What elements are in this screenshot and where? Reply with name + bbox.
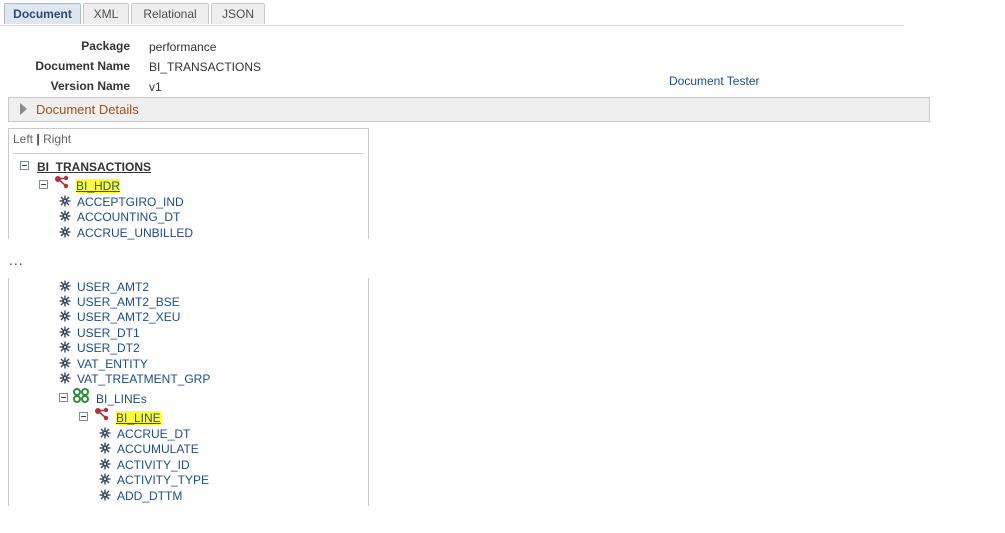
tree-field-item[interactable]: USER_DT2: [77, 341, 140, 355]
document-details-label: Document Details: [36, 102, 139, 117]
document-details-section[interactable]: Document Details: [8, 97, 930, 122]
collection-icon: [73, 388, 89, 403]
tree-root-bi-transactions[interactable]: BI_TRANSACTIONS: [37, 160, 151, 174]
tree-field-item[interactable]: ADD_DTTM: [117, 489, 182, 503]
field-gear-icon: [59, 280, 71, 295]
segment-node-icon: [95, 407, 109, 421]
tab-json[interactable]: JSON: [211, 3, 265, 24]
right-link[interactable]: Right: [43, 132, 71, 146]
document-tester-link[interactable]: Document Tester: [669, 74, 760, 88]
field-gear-icon: [59, 326, 71, 341]
field-gear-icon: [59, 295, 71, 310]
tree-node-bi-lines[interactable]: BI_LINEs: [96, 392, 147, 406]
package-value: performance: [149, 40, 217, 54]
tree-field-item[interactable]: ACTIVITY_TYPE: [117, 473, 209, 487]
field-gear-icon: [59, 372, 71, 387]
tab-bar: Document XML Relational JSON: [0, 0, 904, 26]
field-gear-icon: [59, 357, 71, 372]
tree-field-item[interactable]: USER_DT1: [77, 326, 140, 340]
omitted-content-ellipsis: ...: [9, 252, 24, 268]
tree-field-item[interactable]: USER_AMT2_XEU: [77, 310, 180, 324]
document-name-value: BI_TRANSACTIONS: [149, 60, 262, 74]
collapse-minus-icon[interactable]: [39, 180, 48, 189]
field-gear-icon: [99, 442, 111, 457]
field-gear-icon: [59, 210, 71, 225]
tree-field-item[interactable]: ACCOUNTING_DT: [77, 210, 180, 224]
tree-field-item[interactable]: ACCEPTGIRO_IND: [77, 195, 184, 209]
tree-field-item[interactable]: ACCUMULATE: [117, 442, 199, 456]
segment-node-icon: [55, 175, 69, 189]
toggle-separator: |: [36, 132, 40, 146]
package-label: Package: [81, 39, 130, 53]
tree-node-bi-line[interactable]: BI_LINE: [116, 411, 161, 425]
tree-field-item[interactable]: USER_AMT2_BSE: [77, 295, 180, 309]
tab-relational[interactable]: Relational: [131, 3, 209, 24]
tree-field-item[interactable]: USER_AMT2: [77, 280, 149, 294]
expand-triangle-icon[interactable]: [20, 103, 27, 115]
document-name-label: Document Name: [35, 59, 130, 73]
tree-node-bi-hdr[interactable]: BI_HDR: [76, 179, 121, 193]
field-gear-icon: [99, 427, 111, 442]
tree-field-item[interactable]: ACTIVITY_ID: [117, 458, 190, 472]
tree-field-item[interactable]: VAT_ENTITY: [77, 357, 148, 371]
tab-xml[interactable]: XML: [83, 3, 129, 24]
tree-field-item[interactable]: VAT_TREATMENT_GRP: [77, 372, 210, 386]
field-gear-icon: [59, 195, 71, 210]
version-name-value: v1: [149, 80, 162, 94]
tree-field-item[interactable]: ACCRUE_UNBILLED: [77, 226, 193, 240]
tree-panel-top: Left | Right BI_TRANSACTIONS BI_HDR ACCE…: [8, 128, 369, 241]
collapse-minus-icon[interactable]: [59, 393, 68, 402]
field-gear-icon: [99, 489, 111, 504]
left-right-toggle: Left | Right: [13, 132, 71, 146]
tree-panel-bottom: USER_AMT2 USER_AMT2_BSE USER_AMT2_XEU US…: [8, 278, 369, 506]
version-name-label: Version Name: [50, 79, 130, 93]
tab-document[interactable]: Document: [4, 3, 81, 24]
field-gear-icon: [99, 458, 111, 473]
collapse-minus-icon[interactable]: [79, 412, 88, 421]
field-gear-icon: [59, 341, 71, 356]
divider: [13, 153, 364, 154]
tree-field-item[interactable]: ACCRUE_DT: [117, 427, 190, 441]
left-link[interactable]: Left: [13, 132, 33, 146]
field-gear-icon: [59, 226, 71, 241]
field-gear-icon: [99, 473, 111, 488]
collapse-minus-icon[interactable]: [20, 161, 29, 170]
field-gear-icon: [59, 310, 71, 325]
